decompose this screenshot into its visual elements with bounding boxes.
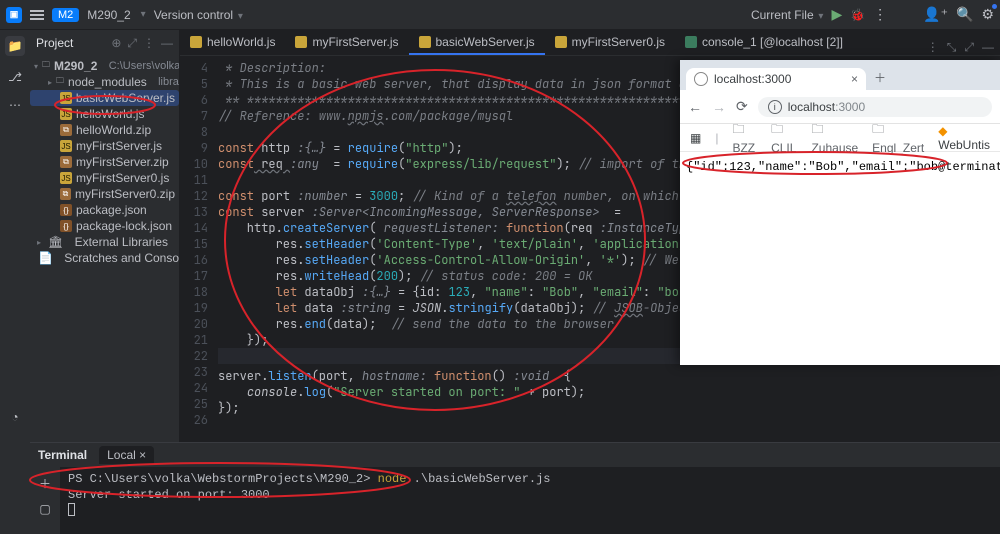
tree-external-libraries[interactable]: ▸🏛 External Libraries: [30, 234, 179, 250]
bookmark-folder[interactable]: 🗀 Engl_Zert: [872, 120, 924, 155]
tree-file[interactable]: ⧉helloWorld.zip: [30, 122, 179, 138]
bookmark-folder[interactable]: 🗀 CLIL: [771, 120, 797, 155]
browser-body: {"id":123,"name":"Bob","email":"bob@term…: [680, 152, 1000, 182]
more-icon[interactable]: ⋮: [873, 6, 887, 23]
terminal-output[interactable]: PS C:\Users\volka\WebstormProjects\M290_…: [60, 467, 1000, 525]
tree-file-basicwebserver[interactable]: JSbasicWebServer.js: [30, 90, 179, 106]
editor-tabs: helloWorld.js myFirstServer.js basicWebS…: [180, 30, 1000, 56]
run-config-select[interactable]: Current File ▾: [751, 8, 824, 22]
browser-tab[interactable]: localhost:3000 ×: [686, 68, 866, 90]
project-panel-title: Project: [36, 36, 73, 50]
settings-icon[interactable]: ⚙: [981, 6, 994, 23]
chevron-down-icon: ▾: [141, 9, 146, 20]
tab-myfirstserver[interactable]: myFirstServer.js: [285, 31, 408, 55]
panel-more-icon[interactable]: ⋮: [143, 36, 155, 51]
tab-basicwebserver[interactable]: basicWebServer.js: [409, 31, 545, 55]
forward-icon: →: [712, 99, 726, 115]
apps-icon[interactable]: ▦: [690, 131, 701, 145]
tool-stripe-left: 📁 ⎇ ⋯ ◔: [0, 30, 30, 534]
terminal-panel: Terminal Local × ＋ ▢ PS C:\Users\volka\W…: [30, 442, 1000, 534]
locate-icon[interactable]: ⊕: [111, 36, 121, 51]
bookmark-webuntis[interactable]: ◆ WebUntis: [938, 124, 990, 152]
tab-more-icon[interactable]: ⋮: [927, 40, 939, 55]
terminal-add-icon[interactable]: ＋: [39, 475, 51, 492]
close-icon[interactable]: ×: [851, 72, 858, 86]
project-name[interactable]: M290_2: [87, 8, 130, 22]
terminal-side-icons: ＋ ▢: [30, 467, 60, 534]
more-tool-icon[interactable]: ⋯: [9, 98, 21, 112]
terminal-title: Terminal: [38, 448, 87, 462]
back-icon[interactable]: ←: [688, 99, 702, 115]
project-panel: Project ⊕ ⤢ ⋮ — ▾🗀M290_2 C:\Users\volka\…: [30, 30, 180, 442]
app-logo: ▣: [6, 7, 22, 23]
tree-file[interactable]: JSmyFirstServer0.js: [30, 170, 179, 186]
reload-icon[interactable]: ⟳: [736, 98, 748, 115]
search-icon[interactable]: 🔍: [956, 6, 973, 23]
main-menu-icon[interactable]: [30, 10, 44, 20]
top-toolbar: ▣ M2 M290_2 ▾ Version control ▾ Current F…: [0, 0, 1000, 30]
tree-node-modules[interactable]: ▸🗀node_modules library r: [30, 74, 179, 90]
terminal-tab-local[interactable]: Local ×: [99, 446, 154, 464]
globe-icon: [694, 72, 708, 86]
panel-hide-icon[interactable]: —: [161, 36, 173, 51]
tree-file[interactable]: JShelloWorld.js: [30, 106, 179, 122]
tree-file[interactable]: JSmyFirstServer.js: [30, 138, 179, 154]
code-with-me-icon[interactable]: 👤⁺: [923, 6, 948, 23]
bookmark-folder[interactable]: 🗀 Zuhause: [811, 120, 858, 155]
project-chip[interactable]: M2: [52, 8, 79, 22]
tab-console[interactable]: console_1 [@localhost [2]]: [675, 31, 853, 55]
browser-window: localhost:3000 × ＋ ← → ⟳ i localhost:300…: [680, 60, 1000, 365]
tree-file[interactable]: {}package.json: [30, 202, 179, 218]
site-info-icon[interactable]: i: [768, 100, 782, 114]
tab-hide-icon[interactable]: —: [982, 40, 994, 55]
browser-toolbar: ← → ⟳ i localhost:3000: [680, 90, 1000, 124]
tab-myfirstserver0[interactable]: myFirstServer0.js: [545, 31, 675, 55]
tab-split-icon[interactable]: ⤡: [947, 40, 957, 55]
tab-helloworld[interactable]: helloWorld.js: [180, 31, 285, 55]
expand-icon[interactable]: ⤢: [127, 36, 137, 51]
terminal-hide-icon[interactable]: ▢: [39, 502, 50, 516]
project-tool-icon[interactable]: 📁: [5, 36, 26, 56]
run-icon[interactable]: ▶: [831, 6, 842, 23]
address-bar[interactable]: i localhost:3000: [758, 97, 992, 117]
tree-file[interactable]: ⧉myFirstServer.zip: [30, 154, 179, 170]
line-gutter: 4567891011121314151617181920212223242526: [180, 56, 214, 428]
bookmark-folder[interactable]: 🗀 BZZ: [732, 120, 757, 155]
debug-icon[interactable]: 🐞: [850, 8, 865, 22]
commit-tool-icon[interactable]: ⎇: [8, 70, 22, 84]
tree-file[interactable]: {}package-lock.json: [30, 218, 179, 234]
project-tree: ▾🗀M290_2 C:\Users\volka\W ▸🗀node_modules…: [30, 56, 179, 442]
db-tool-icon[interactable]: ◔: [11, 410, 18, 424]
bookmarks-bar: ▦ | 🗀 BZZ 🗀 CLIL 🗀 Zuhause 🗀 Engl_Zert ◆…: [680, 124, 1000, 152]
browser-tabstrip: localhost:3000 × ＋: [680, 60, 1000, 90]
tree-file[interactable]: ⧉myFirstServer0.zip: [30, 186, 179, 202]
tree-scratches[interactable]: 📄 Scratches and Consoles: [30, 250, 179, 266]
tree-root[interactable]: ▾🗀M290_2 C:\Users\volka\W: [30, 58, 179, 74]
tab-expand-icon[interactable]: ⤢: [964, 40, 974, 55]
new-tab-icon[interactable]: ＋: [866, 65, 894, 90]
version-control-menu[interactable]: Version control ▾: [154, 8, 243, 22]
